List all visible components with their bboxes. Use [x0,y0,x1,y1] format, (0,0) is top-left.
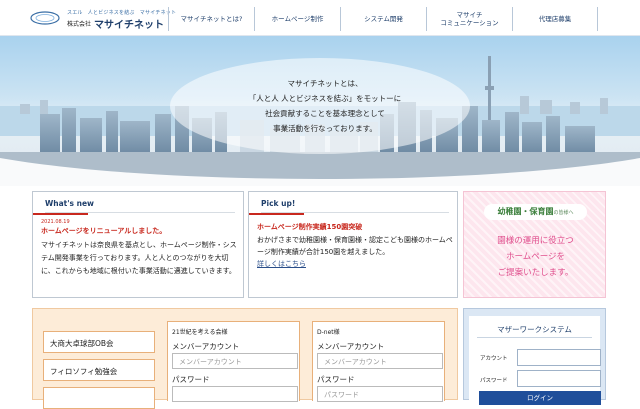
login-button[interactable]: ログイン [479,391,601,405]
hero-line-4: 事業活動を行なっております。 [273,124,377,133]
whats-new-box: What's new 2021.08.19 ホームページをリニューアルしました。… [32,191,244,298]
banner-ribbon-suffix: の皆様へ [553,210,574,216]
logo-corp: 株式会社 [67,21,92,28]
panel-21c-title: 21世紀を考える会様 [172,329,228,336]
member-login-area: 大商大卓球部OB会 フィロソフィ勉強会 21世紀を考える会様 メンバーアカウント… [32,308,458,409]
nav-communication-line1: マサイチ [456,11,483,19]
hero-line-3: 社会貢献することを基本理念として [265,109,385,118]
login-panel-21c: 21世紀を考える会様 メンバーアカウント メンバーアカウント パスワード [167,321,300,402]
main-nav: マサイチネットとは? ホームページ制作 システム開発 マサイチ コミュニケーション… [168,7,598,31]
pickup-title: ホームページ制作実績150園突破 [257,223,363,231]
nav-communication-label: マサイチ コミュニケーション [440,11,498,27]
hero-line-1: マサイチネットとは、 [287,79,363,88]
club-link-more[interactable] [43,387,155,409]
nav-homepage-label: ホームページ制作 [271,15,324,23]
club-link-philosophy[interactable]: フィロソフィ勉強会 [43,359,155,381]
mother-password-input[interactable] [517,370,601,387]
mother-account-input[interactable] [517,349,601,366]
banner-line-1: 園様の運用に役立つ [497,236,574,246]
hero-line-2: 「人と人 人とビジネスを結ぶ」をモットーに [248,94,402,103]
mother-work-title: マザーワークシステム [497,325,572,334]
nav-system-label: システム開発 [364,15,403,23]
site-header: スエル 人とビジネスを結ぶ マサイチネット 株式会社 マサイチネット マサイチネ… [0,0,640,36]
heading-accent-line [249,213,304,215]
panel-21c-account-label: メンバーアカウント [172,342,240,351]
logo-name: マサイチネット [94,20,164,31]
pickup-heading: Pick up! [249,192,457,213]
banner-line-3: ご提案いたします。 [497,268,574,278]
club-link-table-tennis[interactable]: 大商大卓球部OB会 [43,331,155,353]
pickup-body: おかげさまで幼稚園様・保育園様・認定こども園様のホームページ制作実績が合計150… [257,236,453,256]
mother-work-panel: マザーワークシステム アカウント パスワード ログイン [469,316,601,405]
divider [477,337,592,338]
nav-communication[interactable]: マサイチ コミュニケーション [426,7,512,31]
mother-account-label: アカウント [480,356,508,362]
pickup-detail-link[interactable]: 詳しくはこちら [257,259,306,269]
panel-dnet-account-label: メンバーアカウント [317,342,385,351]
banner-ribbon-text: 幼稚園・保育園 [497,207,554,216]
hero-banner: マサイチネットとは、 「人と人 人とビジネスを結ぶ」をモットーに 社会貢献するこ… [0,36,640,186]
nav-agency-label: 代理店募集 [538,15,572,23]
panel-dnet-title: D-net様 [317,329,340,336]
panel-21c-account-input[interactable]: メンバーアカウント [172,353,298,369]
mother-password-label: パスワード [480,378,508,384]
logo-tagline: スエル 人とビジネスを結ぶ マサイチネット [67,10,177,16]
logo-swoosh-icon [30,11,60,25]
kindergarten-banner[interactable]: 幼稚園・保育園の皆様へ 園様の運用に役立つ ホームページを ご提案いたします。 [463,191,606,298]
panel-21c-password-label: パスワード [172,375,210,384]
mother-work-login: マザーワークシステム アカウント パスワード ログイン [463,308,606,405]
panel-dnet-password-label: パスワード [317,375,355,384]
banner-ribbon: 幼稚園・保育園の皆様へ [484,204,587,220]
heading-accent-line [33,213,88,215]
news-title-link[interactable]: ホームページをリニューアルしました。 [41,226,166,236]
banner-line-2: ホームページを [505,252,566,262]
news-body: マサイチネットは奈良県を基点とし、ホームページ制作・システム開発事業を行っており… [41,241,237,275]
nav-about-label: マサイチネットとは? [180,15,243,23]
pickup-box: Pick up! ホームページ制作実績150園突破 おかげさまで幼稚園様・保育園… [248,191,458,298]
whats-new-heading: What's new [33,192,243,213]
hero-message: マサイチネットとは、 「人と人 人とビジネスを結ぶ」をモットーに 社会貢献するこ… [210,76,440,136]
nav-agency[interactable]: 代理店募集 [512,7,598,31]
news-date: 2021.08.19 [41,219,70,225]
panel-dnet-account-input[interactable]: メンバーアカウント [317,353,443,369]
nav-about[interactable]: マサイチネットとは? [168,7,254,31]
site-logo[interactable]: スエル 人とビジネスを結ぶ マサイチネット 株式会社 マサイチネット [30,6,176,31]
nav-communication-line2: コミュニケーション [440,19,499,27]
nav-system[interactable]: システム開発 [340,7,426,31]
login-panel-dnet: D-net様 メンバーアカウント メンバーアカウント パスワード パスワード [312,321,445,402]
nav-homepage[interactable]: ホームページ制作 [254,7,340,31]
